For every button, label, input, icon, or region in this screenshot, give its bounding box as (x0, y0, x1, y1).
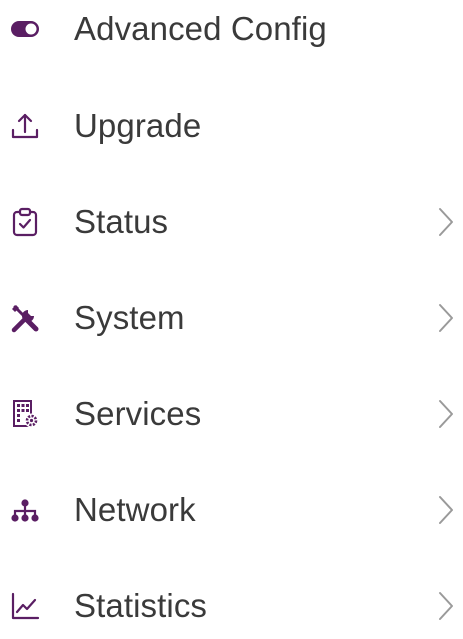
tools-icon (10, 303, 40, 333)
chevron-right-icon[interactable] (436, 590, 456, 622)
chevron-right-icon[interactable] (436, 206, 456, 238)
menu-item-label: Statistics (74, 587, 208, 624)
line-chart-icon (10, 591, 40, 621)
menu-item-statistics[interactable]: Statistics (0, 579, 463, 639)
menu-item-services[interactable]: Services (0, 387, 463, 447)
upload-icon (10, 111, 40, 141)
toggle-icon (10, 14, 40, 44)
chevron-right-icon[interactable] (436, 302, 456, 334)
menu-item-label: Advanced Config (74, 10, 327, 47)
menu-item-label: Network (74, 491, 196, 528)
menu-item-network[interactable]: Network (0, 483, 463, 543)
menu-item-advanced-config[interactable]: Advanced Config (0, 2, 463, 62)
network-tree-icon (10, 495, 40, 525)
building-gear-icon (10, 399, 40, 429)
menu-item-label: Services (74, 395, 202, 432)
menu-item-upgrade[interactable]: Upgrade (0, 99, 463, 159)
chevron-right-icon[interactable] (436, 494, 456, 526)
menu-item-label: System (74, 299, 185, 336)
menu-item-status[interactable]: Status (0, 195, 463, 255)
menu-item-label: Status (74, 203, 169, 240)
clipboard-check-icon (10, 207, 40, 237)
menu-item-system[interactable]: System (0, 291, 463, 351)
sidebar-menu: Advanced Config Upgrade Status System Se… (0, 0, 463, 624)
menu-item-label: Upgrade (74, 107, 202, 144)
chevron-right-icon[interactable] (436, 398, 456, 430)
